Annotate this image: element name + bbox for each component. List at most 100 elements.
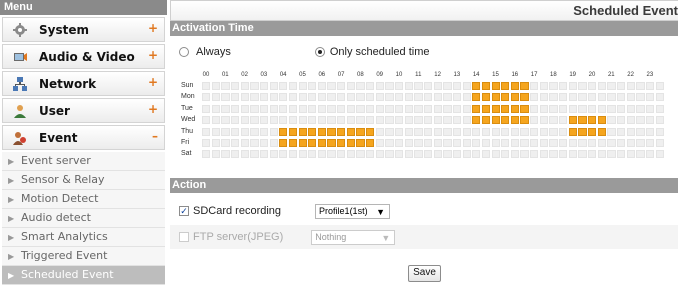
- schedule-cell[interactable]: [481, 82, 491, 90]
- schedule-cell[interactable]: [375, 127, 384, 136]
- schedule-cell[interactable]: [626, 116, 635, 125]
- schedule-cell[interactable]: [279, 93, 288, 102]
- schedule-cell[interactable]: [327, 116, 336, 125]
- schedule-cell[interactable]: [308, 104, 317, 113]
- schedule-cell[interactable]: [259, 82, 269, 90]
- schedule-cell[interactable]: [452, 93, 462, 102]
- schedule-cell[interactable]: [588, 93, 597, 102]
- schedule-cell[interactable]: [539, 116, 549, 125]
- schedule-cell[interactable]: [510, 116, 520, 125]
- schedule-cell[interactable]: [501, 150, 510, 159]
- schedule-cell[interactable]: [568, 150, 577, 159]
- schedule-cell[interactable]: [530, 104, 539, 113]
- schedule-cell[interactable]: [346, 127, 356, 136]
- schedule-cell[interactable]: [481, 116, 491, 125]
- schedule-cell[interactable]: [568, 116, 577, 125]
- schedule-cell[interactable]: [414, 93, 423, 102]
- schedule-cell[interactable]: [240, 93, 249, 102]
- schedule-cell[interactable]: [375, 150, 384, 159]
- ftp-select[interactable]: Nothing ▼: [311, 229, 396, 245]
- schedule-cell[interactable]: [433, 104, 442, 113]
- schedule-cell[interactable]: [578, 139, 587, 147]
- schedule-cell[interactable]: [404, 116, 413, 125]
- schedule-cell[interactable]: [366, 93, 375, 102]
- schedule-cell[interactable]: [404, 127, 413, 136]
- schedule-cell[interactable]: [366, 82, 375, 90]
- schedule-cell[interactable]: [366, 139, 375, 147]
- schedule-cell[interactable]: [588, 127, 597, 136]
- schedule-cell[interactable]: [578, 104, 587, 113]
- schedule-cell[interactable]: [588, 82, 597, 90]
- schedule-cell[interactable]: [269, 116, 278, 125]
- schedule-cell[interactable]: [578, 150, 587, 159]
- schedule-cell[interactable]: [645, 82, 655, 90]
- schedule-cell[interactable]: [240, 116, 249, 125]
- schedule-cell[interactable]: [356, 104, 365, 113]
- schedule-cell[interactable]: [626, 93, 635, 102]
- schedule-cell[interactable]: [559, 116, 568, 125]
- schedule-cell[interactable]: [588, 139, 597, 147]
- schedule-cell[interactable]: [549, 116, 558, 125]
- schedule-cell[interactable]: [288, 127, 298, 136]
- schedule-cell[interactable]: [288, 82, 298, 90]
- schedule-cell[interactable]: [230, 116, 240, 125]
- schedule-cell[interactable]: [597, 82, 606, 90]
- schedule-cell[interactable]: [645, 93, 655, 102]
- schedule-cell[interactable]: [337, 116, 346, 125]
- schedule-cell[interactable]: [636, 150, 645, 159]
- schedule-cell[interactable]: [607, 104, 616, 113]
- schedule-cell[interactable]: [616, 82, 626, 90]
- schedule-cell[interactable]: [250, 127, 259, 136]
- schedule-cell[interactable]: [626, 139, 635, 147]
- schedule-cell[interactable]: [501, 127, 510, 136]
- schedule-cell[interactable]: [317, 139, 327, 147]
- schedule-cell[interactable]: [626, 104, 635, 113]
- schedule-cell[interactable]: [221, 139, 230, 147]
- schedule-cell[interactable]: [520, 82, 529, 90]
- schedule-cell[interactable]: [288, 116, 298, 125]
- ftp-checkbox[interactable]: [179, 232, 189, 242]
- schedule-cell[interactable]: [366, 104, 375, 113]
- schedule-cell[interactable]: [240, 139, 249, 147]
- schedule-cell[interactable]: [404, 93, 413, 102]
- schedule-cell[interactable]: [259, 93, 269, 102]
- menu-item-event[interactable]: Event –: [2, 125, 165, 150]
- schedule-cell[interactable]: [616, 93, 626, 102]
- schedule-cell[interactable]: [452, 127, 462, 136]
- schedule-cell[interactable]: [288, 104, 298, 113]
- schedule-cell[interactable]: [607, 150, 616, 159]
- schedule-cell[interactable]: [472, 116, 481, 125]
- schedule-cell[interactable]: [597, 116, 606, 125]
- schedule-cell[interactable]: [385, 104, 394, 113]
- schedule-cell[interactable]: [462, 139, 471, 147]
- schedule-cell[interactable]: [259, 127, 269, 136]
- schedule-cell[interactable]: [481, 139, 491, 147]
- schedule-cell[interactable]: [645, 127, 655, 136]
- schedule-cell[interactable]: [568, 104, 577, 113]
- schedule-cell[interactable]: [202, 93, 211, 102]
- schedule-cell[interactable]: [549, 82, 558, 90]
- schedule-cell[interactable]: [655, 139, 664, 147]
- schedule-cell[interactable]: [472, 127, 481, 136]
- schedule-cell[interactable]: [452, 82, 462, 90]
- schedule-cell[interactable]: [433, 139, 442, 147]
- schedule-cell[interactable]: [597, 139, 606, 147]
- schedule-cell[interactable]: [607, 139, 616, 147]
- schedule-cell[interactable]: [520, 104, 529, 113]
- schedule-cell[interactable]: [202, 104, 211, 113]
- schedule-cell[interactable]: [395, 104, 404, 113]
- schedule-cell[interactable]: [240, 104, 249, 113]
- menu-item-audio-video[interactable]: Audio & Video +: [2, 44, 165, 69]
- schedule-cell[interactable]: [317, 127, 327, 136]
- schedule-cell[interactable]: [337, 150, 346, 159]
- schedule-cell[interactable]: [655, 150, 664, 159]
- schedule-cell[interactable]: [375, 93, 384, 102]
- schedule-cell[interactable]: [549, 139, 558, 147]
- schedule-cell[interactable]: [308, 93, 317, 102]
- submenu-item-scheduled-event[interactable]: ▶ Scheduled Event: [2, 266, 165, 285]
- schedule-cell[interactable]: [423, 93, 433, 102]
- schedule-cell[interactable]: [356, 116, 365, 125]
- schedule-cell[interactable]: [452, 150, 462, 159]
- schedule-cell[interactable]: [423, 82, 433, 90]
- schedule-cell[interactable]: [279, 127, 288, 136]
